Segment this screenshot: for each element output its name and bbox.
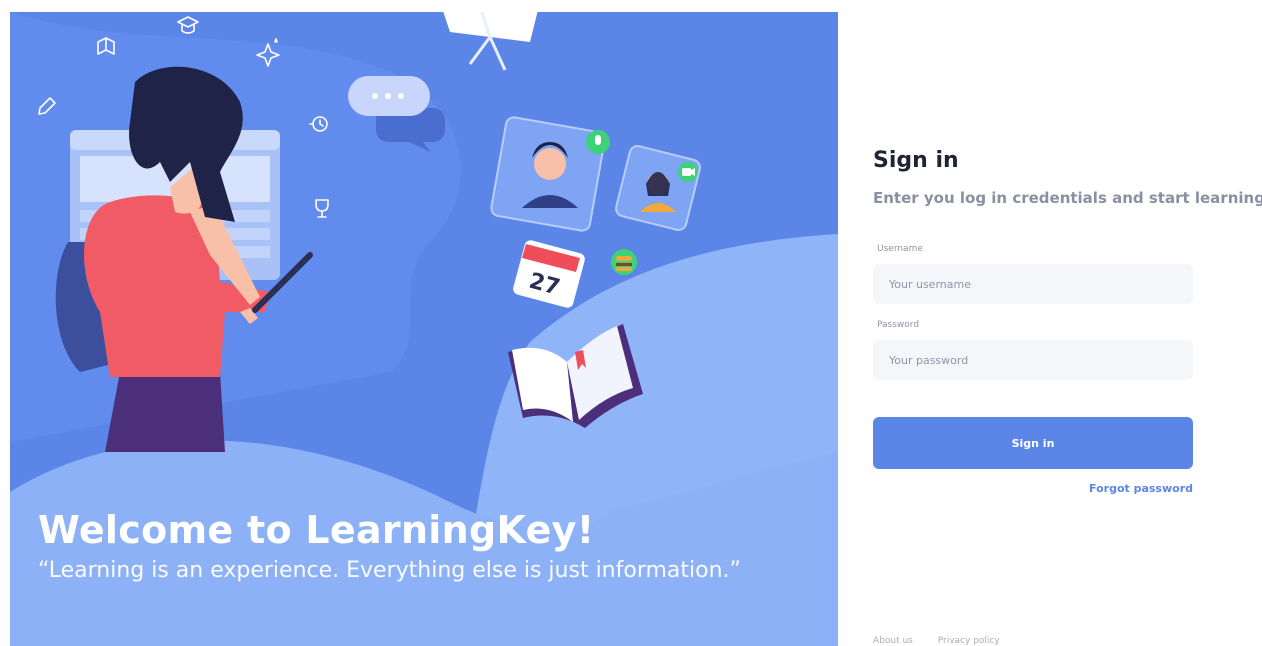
- video-icon: [678, 162, 698, 182]
- welcome-title: Welcome to LearningKey!: [38, 508, 595, 552]
- username-input[interactable]: [873, 264, 1193, 304]
- password-label: Password: [877, 320, 920, 330]
- password-input[interactable]: [873, 340, 1193, 380]
- forgot-password-link[interactable]: Forgot password: [1082, 482, 1193, 495]
- signin-button[interactable]: Sign in: [873, 417, 1193, 469]
- signin-subtitle: Enter you log in credentials and start l…: [873, 189, 1262, 207]
- footer-link-privacy-policy[interactable]: Privacy policy: [938, 636, 1000, 646]
- hero-panel: 27 Welcome to LearningKey! “Learning is …: [10, 12, 838, 646]
- footer-link-about-us[interactable]: About us: [873, 636, 913, 646]
- video-call-card-man: [490, 116, 606, 232]
- welcome-quote: “Learning is an experience. Everything e…: [38, 558, 741, 583]
- footer: About us Privacy policy: [873, 636, 1022, 646]
- signin-title: Sign in: [873, 148, 959, 173]
- burger-icon: [611, 249, 637, 275]
- username-label: Username: [877, 244, 923, 254]
- signin-panel: Sign in Enter you log in credentials and…: [873, 0, 1262, 646]
- mic-icon: [586, 130, 610, 154]
